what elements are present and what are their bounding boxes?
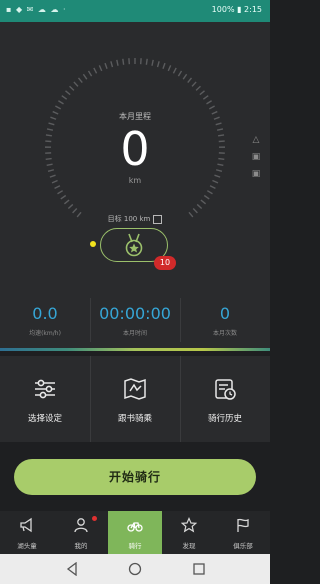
tab-label: 俱乐部	[233, 542, 253, 550]
tab-mine[interactable]: 我的	[54, 511, 108, 554]
star-icon	[180, 517, 198, 533]
tab-label: 发现	[182, 542, 196, 550]
stat-label: 本月时间	[122, 330, 147, 337]
gauge-tick	[73, 81, 79, 87]
gauge-tick	[67, 203, 74, 209]
settings-small-icon[interactable]: ▣	[249, 169, 263, 181]
stat-avg-speed: 0.0 均速(km/h)	[0, 304, 90, 337]
goal-label: 目标 100 km	[107, 215, 151, 223]
gauge-tick	[206, 100, 212, 105]
flag-icon	[237, 518, 249, 532]
gauge-tick	[72, 208, 78, 214]
stat-value: 0	[219, 304, 231, 323]
stat-label: 均速(km/h)	[29, 330, 61, 337]
system-nav-bar	[0, 554, 270, 584]
gauge-tick	[77, 77, 83, 84]
gauge-start-dot	[90, 241, 96, 247]
gauge-tick	[58, 100, 64, 105]
medal-icon	[125, 233, 143, 257]
tab-news[interactable]: 湖头童	[0, 511, 54, 554]
warning-icon[interactable]: △	[249, 135, 263, 147]
medal-count-badge: 10	[154, 256, 176, 270]
gauge-tick	[110, 61, 114, 68]
person-icon	[74, 518, 88, 533]
map-icon	[124, 378, 146, 400]
tab-club[interactable]: 俱乐部	[216, 511, 270, 554]
gauge-tick	[55, 105, 62, 110]
sliders-icon	[35, 379, 55, 399]
gauge-tick	[172, 67, 177, 74]
gauge-tick	[87, 70, 93, 77]
stat-label: 本月次数	[212, 330, 237, 337]
gauge-tick	[54, 185, 61, 190]
gauge-tick	[63, 199, 70, 205]
gauge-tick	[187, 77, 193, 84]
gauge-tick	[177, 70, 183, 77]
distance-value: 0	[120, 122, 150, 176]
tab-label: 湖头童	[17, 542, 37, 550]
start-ride-button[interactable]: 开始骑行	[14, 459, 256, 495]
stat-value: 0.0	[32, 304, 58, 323]
battery-time: 100% ▮ 2:15	[211, 5, 262, 14]
megaphone-icon	[20, 517, 32, 533]
gauge-tick	[203, 194, 210, 200]
menu-item-label: 跟书骑乘	[117, 414, 152, 424]
menu-item-history[interactable]: 骑行历史	[180, 356, 270, 442]
tab-ride[interactable]: 骑行	[108, 511, 162, 554]
gauge-tick	[116, 59, 119, 66]
distance-unit: km	[128, 176, 142, 185]
gauge-tick	[206, 190, 213, 195]
gauge-tick	[182, 73, 188, 80]
gauge-tick	[195, 85, 201, 91]
recents-icon[interactable]	[192, 562, 206, 576]
ride-mode-icon[interactable]: ▣	[249, 152, 263, 164]
gauge-tick	[151, 59, 154, 66]
gauge-tick	[145, 58, 148, 65]
history-icon	[215, 379, 236, 400]
tab-label: 我的	[74, 542, 88, 550]
gauge-tick	[209, 185, 216, 190]
back-icon[interactable]	[66, 562, 78, 576]
gauge-tick	[167, 65, 172, 72]
gauge-tick	[60, 194, 67, 200]
gauge-tick	[65, 90, 71, 96]
menu-item-label: 选择设定	[27, 414, 62, 424]
tab-discover[interactable]: 发现	[162, 511, 216, 554]
gauge-tick	[199, 90, 205, 96]
gauge-tick	[104, 62, 108, 70]
goal-row[interactable]: 目标 100 km	[0, 214, 270, 224]
gauge-tick	[98, 65, 103, 72]
stat-month-count: 0 本月次数	[180, 304, 270, 337]
month-mileage-label: 本月里程	[119, 112, 151, 121]
gauge-tick	[69, 85, 75, 91]
gauge-tick	[208, 105, 215, 110]
notification-dot	[92, 516, 97, 521]
home-icon[interactable]	[128, 562, 142, 576]
gauge-tick	[61, 95, 68, 100]
menu-item-label: 骑行历史	[207, 414, 242, 424]
gauge-tick	[57, 190, 64, 195]
menu-item-route[interactable]: 跟书骑乘	[90, 356, 180, 442]
bicycle-icon	[127, 522, 143, 532]
gauge-tick	[200, 199, 207, 205]
gradient-divider	[0, 348, 270, 351]
gauge-tick	[82, 73, 88, 80]
gauge-tick	[192, 208, 198, 214]
gauge-tick	[162, 62, 166, 70]
menu-item-settings[interactable]: 选择设定	[0, 356, 90, 442]
gauge-tick	[122, 58, 125, 65]
gauge-tick	[191, 81, 197, 87]
gauge-tick	[202, 95, 209, 100]
gauge-tick	[196, 203, 203, 209]
status-bar: ▪ ◆ ✉ ☁ ☁ · 100% ▮ 2:15	[0, 0, 270, 22]
stat-month-time: 00:00:00 本月时间	[90, 304, 180, 337]
edit-icon[interactable]	[153, 214, 163, 224]
tab-label: 骑行	[128, 542, 142, 550]
status-icons: ▪ ◆ ✉ ☁ ☁ ·	[6, 5, 67, 14]
gauge-tick	[156, 61, 160, 68]
stat-value: 00:00:00	[99, 304, 171, 323]
gauge-tick	[93, 67, 98, 74]
